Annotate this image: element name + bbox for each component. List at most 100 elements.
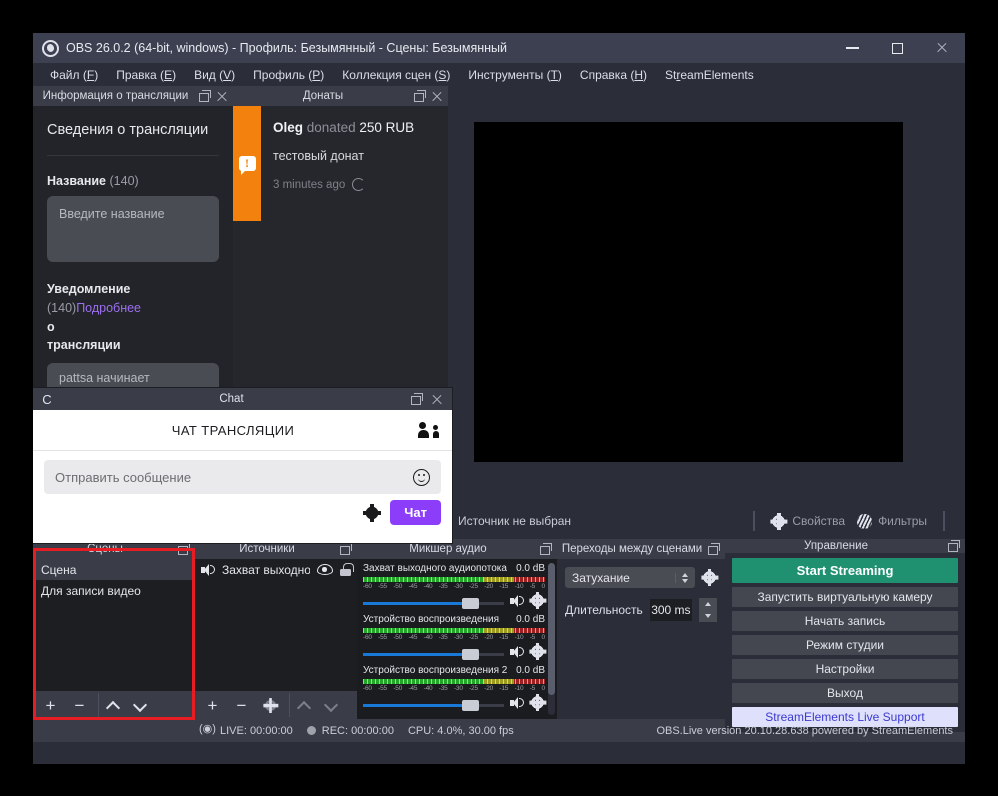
tick: -60 [363,583,372,590]
duration-input[interactable]: 300 ms [650,599,692,621]
menu-edit[interactable]: Правка (E) [107,65,185,85]
dock-stream-info-title: Информация о трансляции [33,90,198,102]
chat-close-button[interactable] [427,392,447,406]
list-item[interactable]: Захват выходно [195,559,357,580]
start-streaming-button[interactable]: Start Streaming [732,558,958,583]
duration-step-up[interactable] [699,598,717,610]
menu-scene-collection[interactable]: Коллекция сцен (S) [333,65,459,85]
mixer-channel-db: 0.0 dB [516,665,545,676]
maximize-button[interactable] [875,33,920,63]
sources-list[interactable]: Захват выходно [195,559,357,691]
tick: -45 [408,583,417,590]
remove-scene-button[interactable]: − [66,693,93,717]
mixer-channel: Захват выходного аудиопотока 0.0 dB -60-… [363,563,545,610]
menu-bar: Файл (F) Правка (E) Вид (V) Профиль (P) … [33,63,965,86]
chevron-down-icon [325,699,338,712]
gear-icon[interactable] [530,644,545,659]
volume-slider[interactable] [363,698,504,712]
minimize-button[interactable] [830,33,875,63]
settings-button[interactable]: Настройки [732,659,958,679]
source-name: Захват выходно [222,563,310,577]
filters-icon [857,514,872,529]
duration-step-down[interactable] [699,610,717,622]
filters-button[interactable]: Фильтры [851,514,933,529]
move-scene-up-button[interactable] [98,693,125,717]
menu-view-tail: ) [231,68,235,82]
tick: -40 [424,583,433,590]
move-scene-down-button[interactable] [127,693,154,717]
add-source-button[interactable]: + [199,693,226,717]
transition-selected-label: Затухание [572,571,675,585]
float-icon[interactable] [177,542,191,556]
volume-slider[interactable] [363,647,504,661]
donation-message: тестовый донат [273,149,438,163]
viewers-icon[interactable] [419,422,438,438]
float-icon[interactable] [198,89,212,103]
mixer-scrollbar[interactable] [548,563,555,715]
tick: -30 [454,583,463,590]
close-icon[interactable] [215,89,229,103]
exit-button[interactable]: Выход [732,683,958,703]
stream-title-label: Название (140) [47,156,219,188]
refresh-icon[interactable]: C [38,392,56,407]
volume-slider[interactable] [363,596,504,610]
unlock-icon[interactable] [340,563,351,576]
tick: -10 [515,634,524,641]
refresh-icon[interactable] [352,178,365,191]
start-virtual-camera-button[interactable]: Запустить виртуальную камеру [732,587,958,607]
float-icon[interactable] [947,539,961,553]
float-icon[interactable] [413,89,427,103]
mute-speaker-icon[interactable] [510,595,524,607]
move-source-up-button[interactable] [289,693,316,717]
list-item[interactable]: Сцена [33,559,195,580]
scenes-list[interactable]: Сцена Для записи видео [33,559,195,691]
close-icon [430,392,444,406]
close-icon[interactable] [430,89,444,103]
tick: -5 [530,634,535,641]
tick: -20 [484,634,493,641]
tick: -20 [484,685,493,692]
tick: -15 [499,583,508,590]
list-item[interactable]: Для записи видео [33,580,195,601]
float-icon[interactable] [339,542,353,556]
chat-message-input[interactable]: Отправить сообщение [44,460,441,494]
menu-tools[interactable]: Инструменты (T) [459,65,571,85]
move-source-down-button[interactable] [318,693,345,717]
float-icon[interactable] [539,542,553,556]
preview-canvas[interactable] [474,122,903,462]
add-scene-button[interactable]: + [37,693,64,717]
menu-profile[interactable]: Профиль (P) [244,65,333,85]
start-recording-button[interactable]: Начать запись [732,611,958,631]
eye-icon[interactable] [317,564,333,575]
stream-title-input[interactable]: Введите название [47,196,219,262]
source-properties-button[interactable] [257,693,284,717]
menu-file[interactable]: Файл (F) [41,65,107,85]
chat-settings-gear-icon[interactable] [364,505,380,521]
transition-properties-gear-icon[interactable] [702,570,717,585]
preview-area: Источник не выбран Свойства Фильтры [448,86,965,539]
chat-send-button[interactable]: Чат [390,500,441,525]
menu-help[interactable]: Справка (H) [571,65,656,85]
tick: -5 [530,685,535,692]
chat-restore-button[interactable] [407,392,427,406]
close-button[interactable] [920,33,965,63]
stream-notice-link[interactable]: Подробнее [76,301,141,315]
properties-button[interactable]: Свойства [765,514,851,529]
transition-select[interactable]: Затухание [565,567,695,588]
studio-mode-button[interactable]: Режим студии [732,635,958,655]
float-icon[interactable] [707,542,721,556]
mute-speaker-icon[interactable] [510,697,524,709]
emoji-icon[interactable] [413,469,430,486]
meter-ticks: -60-55-50-45-40-35-30-25-20-15-10-50 [363,634,545,641]
version-label: OBS.Live version 20.10.28.638 powered by… [656,725,965,737]
duration-stepper[interactable] [699,598,717,622]
gear-icon[interactable] [530,593,545,608]
mute-speaker-icon[interactable] [510,646,524,658]
menu-view-label: Вид ( [194,68,223,82]
remove-source-button[interactable]: − [228,693,255,717]
menu-view[interactable]: Вид (V) [185,65,244,85]
donation-item[interactable]: ! Oleg donated 250 RUB тестовый донат 3 … [233,106,448,221]
menu-streamelements[interactable]: StreamElements [656,65,763,85]
tick: 0 [541,685,544,692]
gear-icon[interactable] [530,695,545,710]
